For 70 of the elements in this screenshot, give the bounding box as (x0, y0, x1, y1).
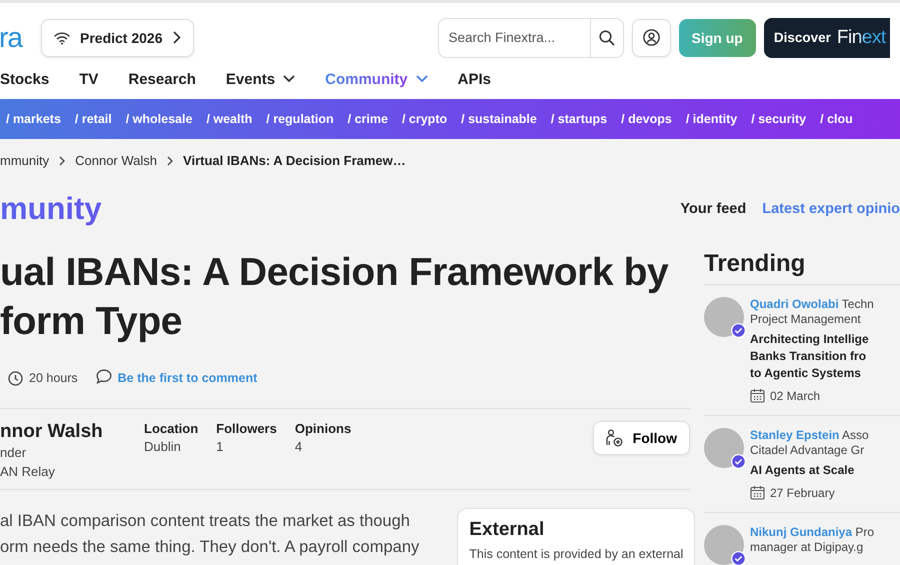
avatar (704, 297, 744, 337)
signal-waves-icon (54, 30, 70, 44)
comment-link[interactable]: Be the first to comment (118, 371, 258, 385)
verified-badge-icon (731, 551, 746, 565)
follow-button[interactable]: Follow (592, 421, 690, 455)
stat-value: 4 (294, 439, 304, 454)
category-link[interactable]: / startups (550, 112, 608, 126)
stat-label: Followers (216, 421, 277, 436)
verified-badge-icon (731, 454, 746, 469)
breadcrumb-link[interactable]: mmunity (0, 153, 50, 168)
category-link[interactable]: / security (751, 112, 806, 126)
search-field[interactable]: Search Finextra... (438, 18, 590, 58)
breadcrumb-link[interactable]: Virtual IBANs: A Decision Framew… (183, 153, 406, 168)
card-text: This content is provided by an external (469, 547, 684, 561)
category-link[interactable]: / crime (348, 112, 388, 126)
chevron-right-icon (172, 31, 180, 44)
author-byline: Quadri Owolabi Techn Project Management (750, 297, 874, 327)
feed-tab[interactable]: Latest expert opinio (762, 201, 900, 217)
feed-tab[interactable]: Your feed (680, 201, 746, 217)
post-date: 02 March (770, 388, 820, 402)
card-title: External (469, 519, 546, 541)
stat-value: 1 (216, 439, 224, 454)
category-link[interactable]: / identity (686, 112, 738, 126)
nav-link[interactable]: Events (226, 70, 296, 88)
category-link[interactable]: / sustainable (461, 112, 537, 126)
site-logo[interactable]: ra (0, 22, 25, 54)
article-title: ual IBANs: A Decision Framework by form Type (0, 250, 668, 345)
author-company: AN Relay (0, 463, 56, 481)
breadcrumb-link[interactable]: Connor Walsh (75, 153, 158, 168)
trending-headline[interactable]: AI Agents at Scale (750, 462, 869, 479)
account-button[interactable] (632, 18, 670, 56)
chevron-right-icon (59, 156, 66, 166)
add-person-icon (606, 429, 623, 447)
author-byline: Stanley Epstein Asso Citadel Advantage Gr (750, 428, 869, 458)
category-link[interactable]: / crypto (402, 112, 448, 126)
predict-button[interactable]: Predict 2026 (41, 18, 194, 56)
category-link[interactable]: / devops (621, 112, 672, 126)
avatar (704, 525, 744, 565)
discover-button[interactable]: Discover Finext (764, 18, 890, 58)
avatar (704, 428, 744, 468)
user-account-icon (642, 29, 660, 46)
chevron-right-icon (167, 156, 174, 166)
category-link[interactable]: / wholesale (126, 112, 192, 126)
category-link[interactable]: / wealth (206, 112, 252, 126)
nav-link[interactable]: TV (79, 70, 98, 88)
nav-link[interactable]: Stocks (0, 70, 50, 88)
article-text: al IBAN comparison content treats the market as though orm needs the same thing. They don't. A payroll company (0, 511, 420, 558)
author-name[interactable]: nnor Walsh (0, 421, 144, 443)
stat-label: Opinions (294, 421, 352, 436)
post-date: 27 February (770, 486, 835, 500)
category-link[interactable]: / markets (6, 112, 61, 126)
trending-title: Trending (704, 250, 900, 285)
stat-value: Dublin (144, 439, 182, 454)
calendar-icon (750, 485, 765, 500)
author-byline: Nikunj Gundaniya Pro manager at Digipay.g (750, 525, 874, 555)
clock-icon (8, 370, 23, 386)
category-link[interactable]: / retail (74, 112, 112, 126)
category-link[interactable]: / clou (820, 112, 853, 126)
nav-link[interactable]: Research (128, 70, 196, 88)
nav-link[interactable]: APIs (458, 70, 491, 88)
search-button[interactable] (590, 18, 624, 58)
post-age: 20 hours (29, 371, 78, 385)
calendar-icon (750, 388, 765, 403)
speech-bubble-icon (96, 369, 112, 384)
search-icon (598, 30, 614, 46)
stat-label: Location (144, 421, 198, 436)
trending-headline[interactable]: Architecting Intellige Banks Transition fro to Agentic Systems (750, 331, 874, 382)
verified-badge-icon (731, 323, 746, 338)
author-role: nder (0, 444, 28, 462)
category-link[interactable]: / regulation (266, 112, 334, 126)
